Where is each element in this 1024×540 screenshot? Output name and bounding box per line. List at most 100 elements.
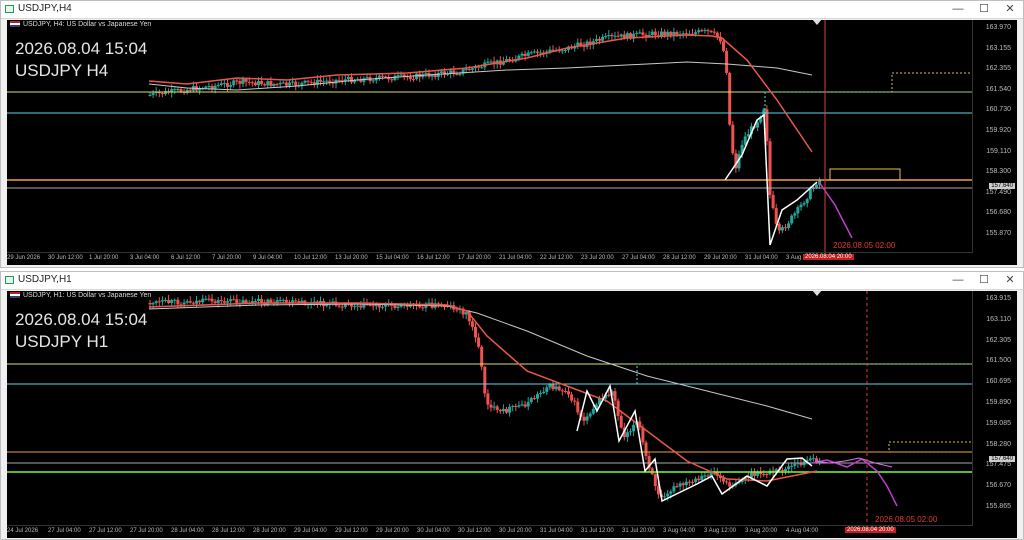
maximize-button[interactable]: ☐ [971, 1, 997, 18]
chart-canvas-h4[interactable]: USDJPY, H4: US Dollar vs Japanese Yen 20… [7, 20, 1017, 265]
candle-body [219, 300, 223, 302]
chart-shift-marker-icon[interactable] [812, 20, 822, 25]
candle-body [204, 86, 208, 89]
candle-body [464, 69, 468, 71]
candle-body [573, 400, 577, 402]
candle-body [653, 474, 657, 487]
price-tick-label: 163.970 [985, 24, 1011, 31]
candle-body [777, 223, 781, 231]
close-button[interactable]: ✕ [997, 1, 1023, 18]
candle-body [294, 81, 298, 86]
price-tick-label: 158.280 [985, 440, 1011, 448]
candle-body [604, 36, 608, 38]
time-scale[interactable]: 24 Jul 2026 27 Jul 04:00 27 Jul 12:00 27 Ju… [7, 525, 973, 538]
candle-body [439, 71, 443, 73]
candle-body [173, 299, 177, 301]
candle-body [588, 413, 592, 417]
candle-body [284, 82, 288, 86]
candle-body [594, 38, 598, 42]
candle-body [805, 199, 809, 204]
candle-body [808, 188, 812, 200]
time-tick-label: 30 Jun 12:00 [48, 255, 83, 261]
us-flag-icon [10, 292, 20, 299]
overlay-time: 2026.08.04 15:04 [15, 310, 148, 329]
candle-body [390, 79, 394, 81]
price-tick-label: 162.355 [985, 65, 1011, 73]
zone-rectangle [764, 91, 973, 114]
candle-body [201, 298, 205, 303]
minimize-button[interactable]: — [945, 1, 971, 18]
candle-body [601, 36, 605, 41]
chart-shift-marker-icon[interactable] [812, 291, 822, 296]
candle-body [359, 305, 363, 308]
candle-body [207, 298, 211, 300]
candle-body [278, 300, 282, 302]
candle-body [728, 72, 732, 125]
candle-body [470, 321, 474, 327]
candle-body [474, 326, 477, 338]
candle-body [247, 81, 251, 83]
candle-body [278, 82, 282, 85]
candle-body [269, 81, 273, 86]
chart-window-icon [5, 276, 14, 284]
candle-body [430, 75, 434, 77]
candle-body [319, 79, 322, 82]
time-tick-label: 3 Aug 12:00 [704, 528, 737, 534]
candle-body [176, 89, 180, 91]
candle-body [669, 491, 673, 494]
candle-body [650, 31, 654, 35]
candle-body [765, 474, 769, 476]
chart-window-h4[interactable]: USDJPY,H4 — ☐ ✕ USDJPY, H4: US Dollar vs… [0, 0, 1024, 268]
price-tick-label: 159.085 [985, 419, 1011, 427]
candle-body [768, 141, 772, 195]
maximize-button[interactable]: ☐ [971, 272, 997, 289]
price-tick-label: 157.475 [985, 461, 1011, 469]
time-tick-label: 4 Aug 04:00 [786, 528, 819, 534]
price-scale[interactable]: 163.915 163.110 162.305 161.500 160.695 159.8… [972, 291, 1017, 538]
zone-rectangle [636, 363, 973, 385]
price-scale[interactable]: 163.970 163.155 162.355 161.540 160.730 159.9… [972, 20, 1017, 265]
candle-body [635, 32, 639, 34]
candle-body [753, 472, 756, 476]
candle-body [470, 68, 474, 70]
candle-body [399, 74, 403, 76]
window-titlebar[interactable]: USDJPY,H4 — ☐ ✕ [1, 1, 1023, 19]
time-tick-label: 3 Jul 04:00 [130, 255, 160, 261]
time-tick-label: 31 Jul 20:00 [622, 528, 655, 534]
candle-body [529, 52, 533, 54]
candle-body [300, 82, 304, 86]
candle-body [731, 124, 735, 154]
minimize-button[interactable]: — [945, 272, 971, 289]
candle-body [266, 299, 270, 305]
candle-body [297, 301, 301, 303]
candle-body [353, 306, 357, 308]
time-tick-label: 31 Jul 12:00 [581, 528, 614, 534]
chart-canvas-h1[interactable]: USDJPY, H1: US Dollar vs Japanese Yen 20… [7, 291, 1017, 538]
candle-body [455, 73, 459, 75]
window-titlebar[interactable]: USDJPY,H1 — ☐ ✕ [1, 272, 1023, 290]
candle-body [160, 93, 164, 95]
time-tick-label: 28 Jul 12:00 [663, 255, 696, 261]
candle-body [576, 401, 580, 413]
chart-window-h1[interactable]: USDJPY,H1 — ☐ ✕ USDJPY, H1: US Dollar vs… [0, 271, 1024, 540]
candle-body [489, 404, 493, 408]
time-tick-label: 31 Jul 04:00 [540, 528, 573, 534]
candle-body [619, 415, 623, 428]
candle-body [235, 80, 239, 82]
candle-body [787, 223, 791, 229]
candle-body [309, 81, 313, 83]
time-scale[interactable]: 29 Jun 2026 30 Jun 12:00 1 Jul 20:00 3 Jul … [7, 252, 973, 265]
symbol-info: USDJPY, H4: US Dollar vs Japanese Yen [10, 21, 151, 28]
candle-body [198, 300, 202, 303]
candle-body [377, 75, 381, 78]
candle-body [787, 466, 791, 469]
candle-body [381, 306, 384, 308]
candle-body [213, 85, 217, 89]
time-tick-label: 1 Jul 20:00 [89, 255, 119, 261]
price-tick-label: 159.110 [986, 147, 1011, 155]
close-button[interactable]: ✕ [997, 272, 1023, 289]
candle-body [191, 302, 195, 304]
candle-body [616, 35, 620, 37]
price-tick-label: 159.920 [985, 127, 1011, 134]
candle-body [412, 79, 415, 81]
